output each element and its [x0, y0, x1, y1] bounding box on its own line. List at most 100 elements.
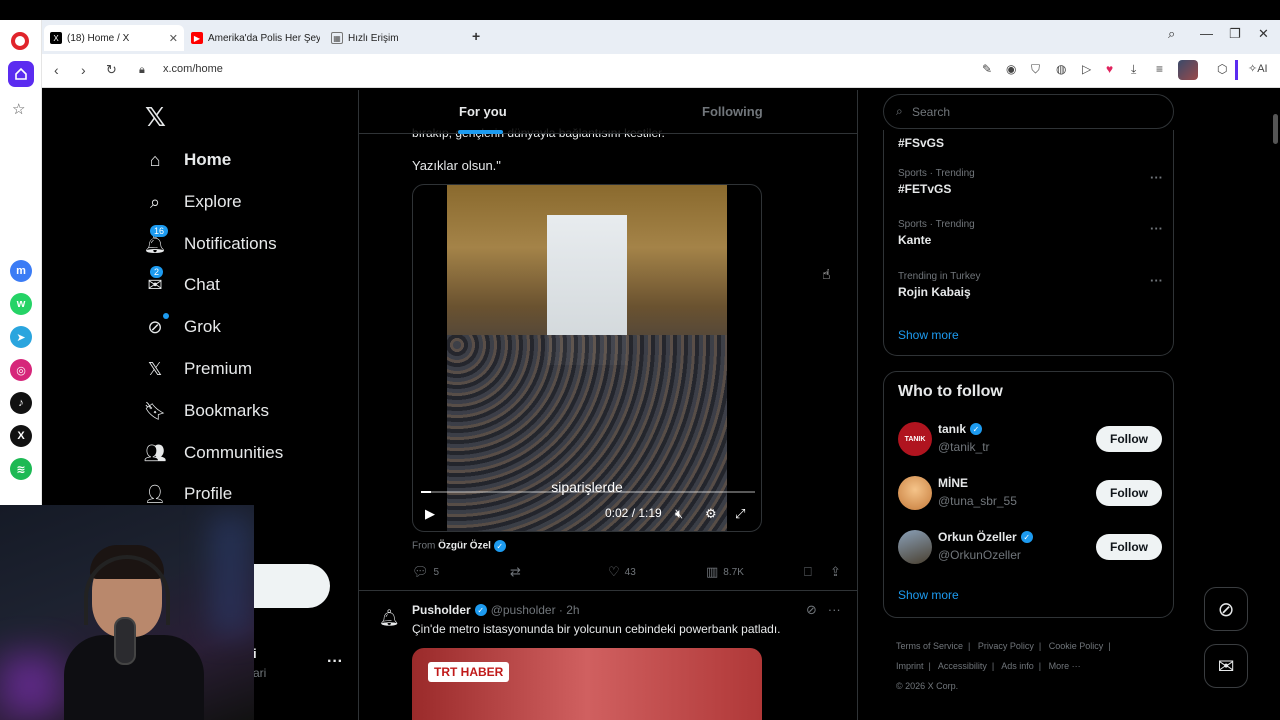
opera-home-icon[interactable] [8, 61, 34, 87]
footer-link[interactable]: Accessibility [938, 661, 987, 671]
vpn-icon[interactable]: ◍ [1056, 62, 1066, 76]
follow-button[interactable]: Follow [1096, 426, 1162, 452]
grok-icon[interactable]: ⊘ [806, 602, 817, 617]
trend-item[interactable]: Trending in Turkey Rojin Kabaiş [898, 271, 980, 299]
heart-icon: ♡ [608, 564, 620, 579]
avatar[interactable]: TANIK [898, 422, 932, 456]
nav-chat[interactable]: ✉ 2 Chat [144, 266, 220, 299]
footer-link[interactable]: Imprint [896, 661, 924, 671]
microphone [114, 617, 136, 665]
mute-icon[interactable]: 🔇︎ [675, 506, 683, 522]
post-button[interactable] [250, 564, 330, 608]
more-icon[interactable]: ··· [1150, 221, 1163, 236]
reload-icon[interactable]: ↻ [106, 62, 117, 78]
tab-x-home[interactable]: X (18) Home / X ✕ [44, 25, 184, 51]
nav-grok[interactable]: ⊘ Grok [144, 313, 221, 341]
follow-button[interactable]: Follow [1096, 534, 1162, 560]
avatar[interactable] [898, 530, 932, 564]
nav-notifications[interactable]: 🔔︎ 16 Notifications [144, 225, 277, 258]
nav-profile[interactable]: 👤︎ Profile [144, 480, 233, 508]
bell-avatar-icon[interactable]: 🔔︎ [379, 608, 399, 628]
more-icon[interactable]: ··· [828, 602, 841, 617]
account-more-icon[interactable]: ··· [327, 653, 343, 671]
footer-link[interactable]: Cookie Policy [1049, 641, 1104, 651]
opera-logo-icon[interactable] [11, 32, 29, 50]
trends-show-more[interactable]: Show more [898, 328, 959, 342]
heart-icon[interactable]: ♥ [1106, 62, 1113, 76]
avatar[interactable] [898, 476, 932, 510]
grok-float-button[interactable]: ⊘ [1204, 587, 1248, 631]
who-to-follow-show-more[interactable]: Show more [898, 588, 959, 602]
restore-icon[interactable]: ❐ [1229, 26, 1241, 42]
messages-float-button[interactable]: ✉ [1204, 644, 1248, 688]
download-icon[interactable]: ⤓ [1131, 62, 1136, 77]
forward-icon[interactable]: › [81, 62, 86, 78]
ai-button[interactable]: ✧AI [1248, 62, 1268, 75]
menu-icon[interactable]: ≡ [1156, 62, 1163, 76]
nav-communities[interactable]: 👥︎ Communities [144, 439, 284, 467]
author-name[interactable]: Pusholder [412, 603, 471, 617]
tab-youtube[interactable]: ▶ Amerika'da Polis Her Şeyi [185, 25, 325, 51]
reply-button[interactable]: 💬︎ 5 [412, 564, 439, 580]
footer-link[interactable]: Privacy Policy [978, 641, 1034, 651]
retweet-button[interactable]: ⇄ [510, 564, 526, 580]
trend-item[interactable]: Sports · Trending Kante [898, 219, 975, 247]
footer-link[interactable]: More ··· [1049, 661, 1081, 671]
whatsapp-icon[interactable]: w [10, 293, 32, 315]
profile-avatar[interactable] [1178, 60, 1198, 80]
minimize-icon[interactable]: — [1200, 26, 1213, 41]
tab-speed-dial[interactable]: ▦ Hızlı Erişim [325, 25, 465, 51]
new-tab-button[interactable]: + [472, 28, 480, 44]
more-icon[interactable]: ··· [1150, 273, 1163, 288]
edit-icon[interactable]: ✎ [982, 62, 992, 76]
settings-icon[interactable]: ⚙ [705, 506, 717, 522]
star-icon[interactable]: ☆ [12, 100, 25, 118]
follow-button[interactable]: Follow [1096, 480, 1162, 506]
play-icon[interactable]: ▶ [425, 506, 435, 522]
shield-icon[interactable]: ⛉ [1031, 62, 1040, 77]
x-icon[interactable]: X [10, 425, 32, 447]
search-icon: ⌕ [896, 104, 903, 118]
trend-item[interactable]: Sports · Trending #FETvGS [898, 168, 975, 196]
messenger-icon[interactable]: m [10, 260, 32, 282]
extensions-icon[interactable]: ⬡ [1217, 62, 1227, 76]
trend-item[interactable]: #FSvGS [898, 133, 944, 150]
close-tab-icon[interactable]: ✕ [169, 32, 178, 45]
like-button[interactable]: ♡ 43 [608, 564, 636, 580]
share-button[interactable]: ⇪ [830, 564, 846, 580]
back-icon[interactable]: ‹ [54, 62, 59, 78]
tiktok-icon[interactable]: ♪ [10, 392, 32, 414]
search-tabs-icon[interactable]: ⌕ [1168, 26, 1175, 42]
views-button[interactable]: ▥ 8.7K [706, 564, 744, 580]
url-field[interactable]: x.com/home [163, 63, 223, 75]
nav-explore[interactable]: ⌕ Explore [144, 188, 242, 216]
x-logo-icon[interactable]: 𝕏 [145, 102, 166, 133]
video-player[interactable]: siparişlerde ▶ 0:02 / 1:19 🔇︎ ⚙ ⤢ [412, 184, 762, 532]
more-icon[interactable]: ··· [1150, 170, 1163, 185]
from-name[interactable]: Özgür Özel [438, 541, 491, 552]
footer-link[interactable]: Ads info [1001, 661, 1034, 671]
tab-following[interactable]: Following [702, 104, 763, 119]
nav-premium[interactable]: 𝕏 Premium [144, 355, 252, 383]
nav-bookmarks[interactable]: 🔖︎ Bookmarks [144, 397, 269, 425]
video-progress-bar[interactable] [421, 491, 755, 493]
spotify-icon[interactable]: ≋ [10, 458, 32, 480]
follow-suggestion[interactable]: TANIK tanık ✓ @tanik_tr Follow [898, 422, 1162, 456]
follow-suggestion[interactable]: Orkun Özeller ✓ @OrkunOzeller Follow [898, 530, 1162, 564]
tweet-media[interactable]: TRT HABER [412, 648, 762, 720]
page-scrollbar[interactable] [1271, 90, 1280, 700]
follow-suggestion[interactable]: MİNE @tuna_sbr_55 Follow [898, 476, 1162, 510]
camera-icon[interactable]: ◉ [1006, 62, 1016, 76]
fullscreen-icon[interactable]: ⤢ [735, 506, 745, 522]
instagram-icon[interactable]: ◎ [10, 359, 32, 381]
close-window-icon[interactable]: ✕ [1258, 26, 1269, 42]
search-box[interactable]: ⌕ Search [883, 94, 1174, 129]
tab-for-you[interactable]: For you [459, 104, 507, 119]
author-handle[interactable]: @pusholder [491, 603, 556, 617]
youtube-favicon-icon: ▶ [191, 32, 203, 44]
telegram-icon[interactable]: ➤ [10, 326, 32, 348]
play-icon[interactable]: ▷ [1082, 62, 1091, 76]
nav-home[interactable]: ⌂ Home [144, 146, 232, 174]
footer-link[interactable]: Terms of Service [896, 641, 963, 651]
bookmark-button[interactable]: ⎕ [804, 564, 817, 580]
